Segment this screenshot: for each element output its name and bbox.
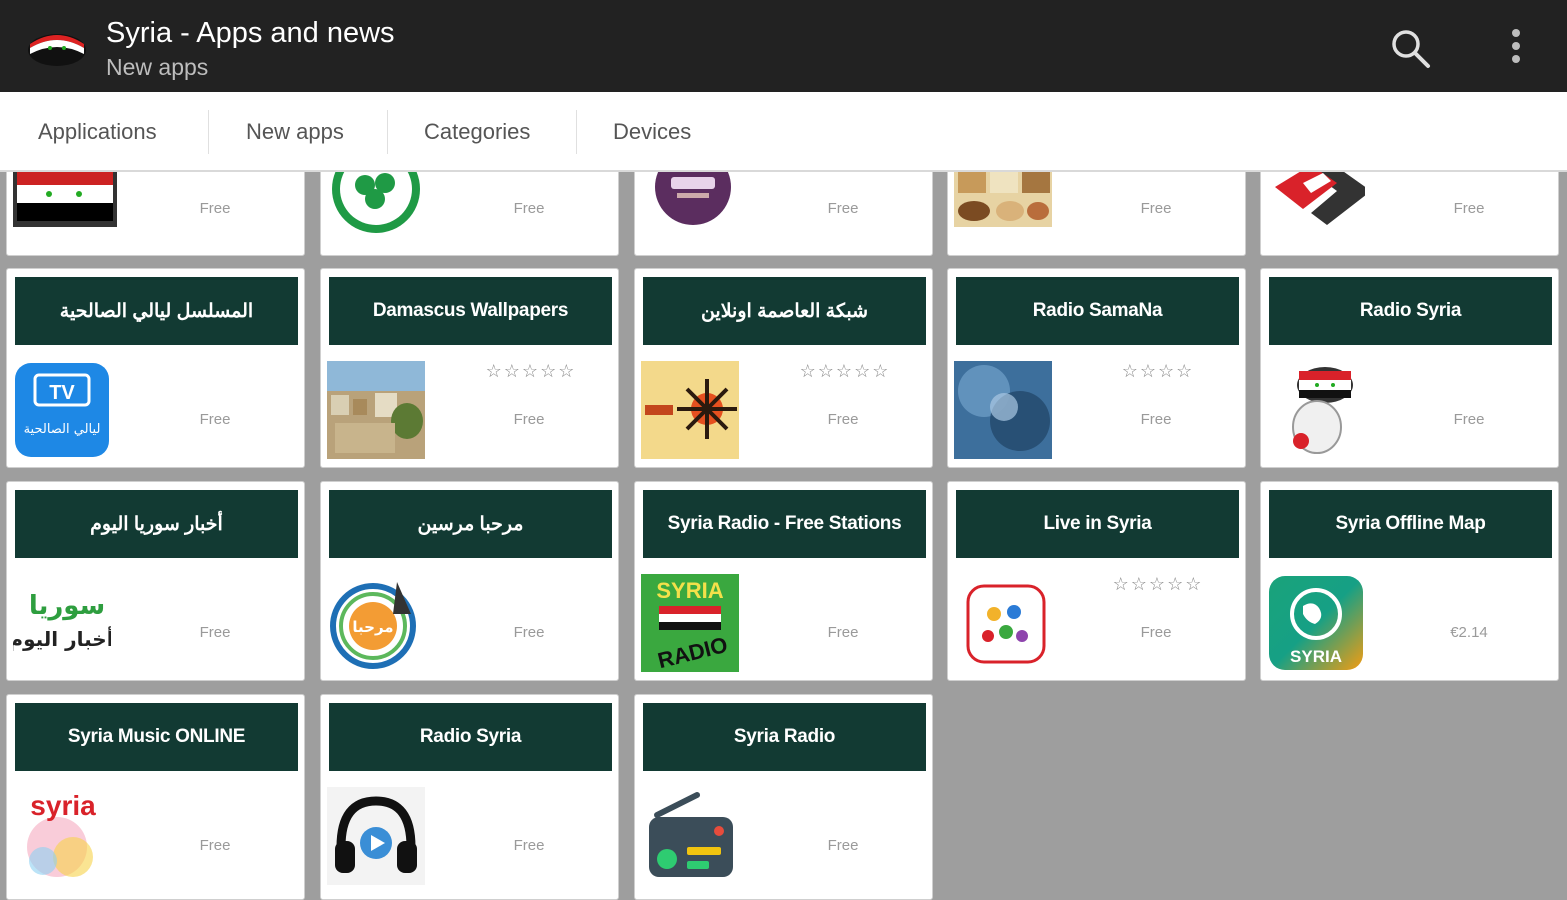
app-price: Free [513, 411, 545, 428]
network-logo-icon [641, 361, 739, 459]
app-subtitle: New apps [106, 54, 209, 80]
app-card[interactable]: Radio Syria Free [1260, 268, 1559, 468]
red-s-logo-icon [1267, 172, 1365, 251]
app-name: Radio Syria [1269, 277, 1552, 345]
app-price: Free [199, 624, 231, 641]
app-name: شبكة العاصمة اونلاين [643, 277, 926, 345]
app-card[interactable]: Damascus Wallpapers ☆☆☆☆☆ Free [320, 268, 619, 468]
search-icon[interactable] [1388, 26, 1434, 72]
tab-categories[interactable]: Categories [424, 92, 530, 172]
app-price: Free [827, 411, 859, 428]
app-card[interactable]: Radio Syria Free [320, 694, 619, 900]
app-price: Free [1140, 411, 1172, 428]
app-name: Live in Syria [956, 490, 1239, 558]
app-grid: Free Free Free Free Free المسلسل ليالي ا… [0, 172, 1567, 900]
app-card[interactable]: Free [6, 172, 305, 256]
radio-device-icon [641, 787, 739, 885]
app-price: Free [1140, 624, 1172, 641]
app-name: Radio SamaNa [956, 277, 1239, 345]
app-card[interactable]: Live in Syria ☆☆☆☆☆ Free [947, 481, 1246, 681]
welcome-mersin-logo-icon: مرحبا [327, 574, 425, 672]
tab-devices[interactable]: Devices [613, 92, 691, 172]
tab-divider [387, 110, 388, 154]
colorful-figures-icon [954, 574, 1052, 672]
app-price: Free [827, 200, 859, 217]
app-price: Free [827, 837, 859, 854]
app-card[interactable]: مرحبا مرسين مرحبا Free [320, 481, 619, 681]
app-price: Free [199, 411, 231, 428]
app-card[interactable]: Free [634, 172, 933, 256]
tab-applications[interactable]: Applications [38, 92, 157, 172]
tab-divider [576, 110, 577, 154]
app-price: Free [513, 837, 545, 854]
app-card[interactable]: المسلسل ليالي الصالحية TV ليالي الصالحية… [6, 268, 305, 468]
app-card[interactable]: شبكة العاصمة اونلاين ☆☆☆☆☆ Free [634, 268, 933, 468]
syria-flag-icon[interactable] [26, 20, 88, 68]
app-price: €2.14 [1450, 624, 1488, 641]
app-price: Free [513, 624, 545, 641]
syria-flag-photo-icon [13, 172, 117, 227]
blue-abstract-icon [954, 361, 1052, 459]
app-name: Damascus Wallpapers [329, 277, 612, 345]
svg-text:TV: TV [49, 382, 75, 404]
app-name: Syria Offline Map [1269, 490, 1552, 558]
app-name: Syria Music ONLINE [15, 703, 298, 771]
app-card[interactable]: Syria Offline Map SYRIA €2.14 [1260, 481, 1559, 681]
rating-stars: ☆☆☆☆☆ [485, 361, 577, 381]
action-bar: Syria - Apps and news New apps [0, 0, 1567, 92]
overflow-menu-icon[interactable] [1500, 26, 1532, 68]
app-card[interactable]: Radio SamaNa ☆☆☆☆ Free [947, 268, 1246, 468]
app-name: المسلسل ليالي الصالحية [15, 277, 298, 345]
svg-text:SYRIA: SYRIA [1290, 647, 1342, 666]
tab-divider [208, 110, 209, 154]
app-price: Free [827, 624, 859, 641]
rating-stars: ☆☆☆☆☆ [799, 361, 891, 381]
headphones-icon [327, 787, 425, 885]
food-photo-icon [954, 172, 1052, 227]
tab-new-apps[interactable]: New apps [246, 92, 344, 172]
rating-stars: ☆☆☆☆ [1121, 361, 1195, 381]
city-photo-icon [327, 361, 425, 459]
purple-badge-logo-icon [641, 172, 739, 251]
green-clover-icon [327, 172, 425, 251]
app-name: Syria Radio [643, 703, 926, 771]
svg-text:مرحبا: مرحبا [352, 618, 393, 636]
app-card[interactable]: Free [1260, 172, 1559, 256]
svg-text:أخبار اليوم: أخبار اليوم [13, 625, 111, 651]
svg-text:ليالي الصالحية: ليالي الصالحية [24, 422, 101, 437]
app-name: مرحبا مرسين [329, 490, 612, 558]
flag-character-icon [1267, 361, 1365, 459]
app-name: أخبار سوريا اليوم [15, 490, 298, 558]
app-name: Syria Radio - Free Stations [643, 490, 926, 558]
app-card[interactable]: Free [947, 172, 1246, 256]
app-card[interactable]: Syria Radio Free [634, 694, 933, 900]
app-price: Free [199, 200, 231, 217]
app-name: Radio Syria [329, 703, 612, 771]
app-price: Free [199, 837, 231, 854]
app-card[interactable]: Syria Music ONLINE syria Free [6, 694, 305, 900]
app-price: Free [1140, 200, 1172, 217]
app-card[interactable]: Syria Radio - Free Stations SYRIA RADIO … [634, 481, 933, 681]
syria-radio-logo-icon: SYRIA RADIO [641, 574, 739, 672]
tv-app-icon: TV ليالي الصالحية [13, 361, 111, 459]
svg-text:سوريا: سوريا [29, 591, 105, 621]
app-price: Free [1453, 200, 1485, 217]
svg-text:syria: syria [30, 790, 96, 821]
syria-music-logo-icon: syria [13, 787, 111, 885]
globe-map-icon: SYRIA [1267, 574, 1365, 672]
rating-stars: ☆☆☆☆☆ [1112, 574, 1204, 594]
svg-text:SYRIA: SYRIA [656, 578, 723, 603]
app-card[interactable]: Free [320, 172, 619, 256]
app-card[interactable]: أخبار سوريا اليوم سوريا أخبار اليوم Free [6, 481, 305, 681]
app-price: Free [1453, 411, 1485, 428]
syria-news-logo-icon: سوريا أخبار اليوم [13, 574, 111, 672]
app-price: Free [513, 200, 545, 217]
tab-bar: Applications New apps Categories Devices [0, 92, 1567, 172]
app-title: Syria - Apps and news [106, 17, 395, 49]
